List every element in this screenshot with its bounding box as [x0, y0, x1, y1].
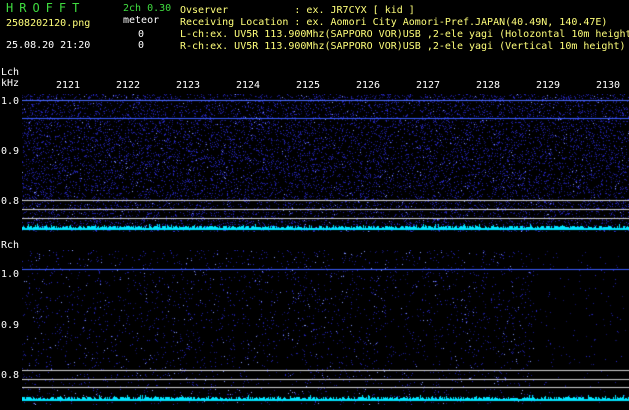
rch-ytick: 1.0	[1, 269, 20, 280]
lch-ytick: 0.8	[1, 196, 20, 207]
lch-spectrogram	[22, 94, 629, 232]
meteor-count-rch: 0	[138, 40, 145, 51]
time-tick: 2127	[415, 80, 441, 91]
filename-label: 2508202120.png	[6, 18, 91, 29]
channel-info: 2ch 0.30	[123, 3, 172, 14]
app-logo: HROFFT	[6, 1, 86, 15]
rch-spectrogram	[22, 250, 629, 405]
meteor-label: meteor	[123, 15, 160, 26]
time-tick: 2123	[175, 80, 201, 91]
lch-info-line: L-ch:ex. UV5R 113.900Mhz(SAPPORO VOR)USB…	[180, 29, 629, 40]
rch-ytick: 0.9	[1, 320, 20, 331]
time-tick: 2122	[115, 80, 141, 91]
observer-line: Ovserver : ex. JR7CYX [ kid ]	[180, 5, 415, 16]
rch-title: Rch	[1, 240, 20, 251]
rch-ytick: 0.8	[1, 370, 20, 381]
time-tick: 2121	[55, 80, 81, 91]
datetime-label: 25.08.20 21:20	[6, 40, 91, 51]
lch-ytick: 0.9	[1, 146, 20, 157]
time-tick: 2124	[235, 80, 261, 91]
time-tick: 2129	[535, 80, 561, 91]
time-tick: 2128	[475, 80, 501, 91]
lch-unit: kHz	[1, 78, 20, 89]
rch-info-line: R-ch:ex. UV5R 113.900Mhz(SAPPORO VOR)USB…	[180, 41, 626, 52]
time-tick: 2126	[355, 80, 381, 91]
location-line: Receiving Location : ex. Aomori City Aom…	[180, 17, 608, 28]
time-tick: 2130	[595, 80, 621, 91]
lch-ytick: 1.0	[1, 96, 20, 107]
time-tick: 2125	[295, 80, 321, 91]
